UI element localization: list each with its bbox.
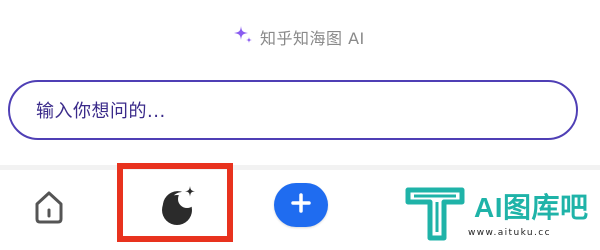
brand-text: 知乎知海图 AI [260,29,365,48]
search-placeholder: 输入你想问的... [36,101,166,122]
watermark-brand: AI图库吧 [474,192,589,223]
brand-line: 知乎知海图 AI [232,24,365,50]
add-button[interactable] [274,183,328,227]
search-input[interactable]: 输入你想问的... [8,80,578,140]
plus-icon [290,192,312,218]
highlight-box [117,163,233,242]
watermark-logo-icon [404,186,466,242]
sparkle-icon [232,24,254,50]
home-icon[interactable] [32,188,66,226]
watermark-url: www.aituku.cc [468,228,551,238]
